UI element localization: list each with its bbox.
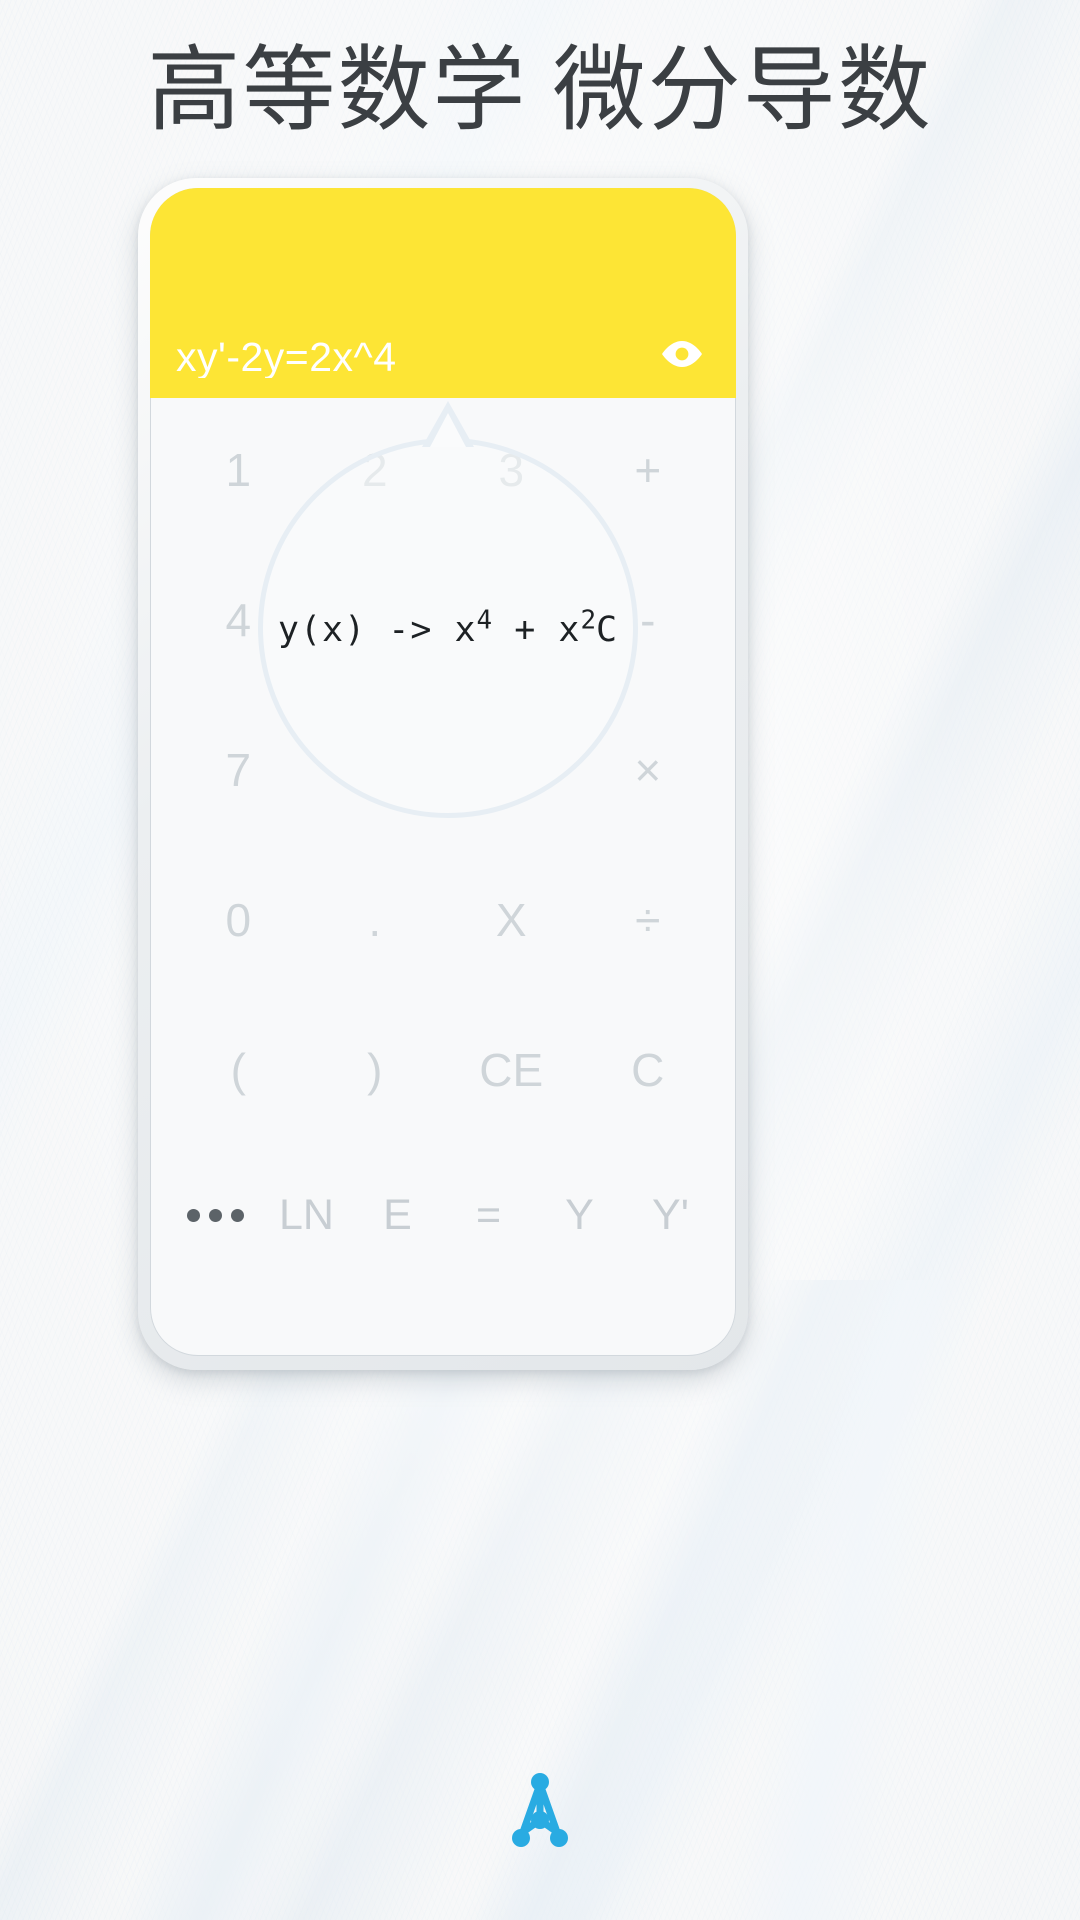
key-0[interactable]: 0 <box>170 897 307 943</box>
keypad-spacer-5 <box>170 1123 716 1163</box>
key-4[interactable]: 4 <box>170 597 307 643</box>
ellipsis-dot <box>209 1208 222 1222</box>
key-2[interactable]: 2 <box>307 447 444 493</box>
keypad-spacer-2 <box>170 673 716 716</box>
tree-graph-logo <box>512 1773 568 1847</box>
ellipsis-dot <box>231 1208 244 1222</box>
keypad-row-2: 4 - <box>170 566 716 673</box>
key-minus[interactable]: - <box>580 597 717 643</box>
keypad-top-spacer <box>170 398 716 416</box>
brand-logo-container <box>0 1770 1080 1856</box>
key-plus[interactable]: + <box>580 447 717 493</box>
phone-screen: xy'-2y=2x^4 1 2 3 + 4 - 7 × 0 . X ÷ () … <box>150 188 736 1356</box>
phone-mockup: xy'-2y=2x^4 1 2 3 + 4 - 7 × 0 . X ÷ () … <box>138 178 748 1370</box>
keypad-row-1: 1 2 3 + <box>170 416 716 523</box>
ellipsis-dot <box>187 1208 200 1222</box>
key-1[interactable]: 1 <box>170 447 307 493</box>
key-variable-y-prime[interactable]: Y' <box>625 1193 716 1237</box>
key-natural-log[interactable]: LN <box>261 1193 352 1237</box>
calculator-keypad: 1 2 3 + 4 - 7 × 0 . X ÷ () CE C LN E = … <box>150 398 736 1356</box>
key-clear[interactable]: C <box>580 1047 717 1093</box>
key-divide[interactable]: ÷ <box>580 897 717 943</box>
key-decimal[interactable]: . <box>307 897 444 943</box>
key-paren-open[interactable]: ( <box>170 1047 307 1093</box>
keypad-row-4: 0 . X ÷ <box>170 866 716 973</box>
phone-bezel: xy'-2y=2x^4 1 2 3 + 4 - 7 × 0 . X ÷ () … <box>138 178 748 1370</box>
key-paren-close[interactable]: ) <box>307 1047 444 1093</box>
key-3[interactable]: 3 <box>443 447 580 493</box>
keypad-row-5: ( ) CE C <box>170 1016 716 1123</box>
keypad-spacer-3 <box>170 823 716 866</box>
key-variable-x[interactable]: X <box>443 897 580 943</box>
calculator-input-header: xy'-2y=2x^4 <box>150 188 736 398</box>
equation-input[interactable]: xy'-2y=2x^4 <box>176 337 654 378</box>
keypad-function-row: LN E = Y Y' <box>170 1163 716 1267</box>
key-7[interactable]: 7 <box>170 747 307 793</box>
key-multiply[interactable]: × <box>580 747 717 793</box>
keypad-spacer-1 <box>170 523 716 566</box>
key-euler-e[interactable]: E <box>352 1193 443 1237</box>
keypad-row-3: 7 × <box>170 716 716 823</box>
ellipsis-icon[interactable] <box>170 1208 261 1222</box>
key-equals[interactable]: = <box>443 1193 534 1237</box>
keypad-spacer-4 <box>170 973 716 1016</box>
eye-icon[interactable] <box>654 326 710 382</box>
page-title: 高等数学 微分导数 <box>147 40 933 143</box>
key-variable-y[interactable]: Y <box>534 1193 625 1237</box>
key-clear-entry[interactable]: CE <box>443 1047 580 1093</box>
